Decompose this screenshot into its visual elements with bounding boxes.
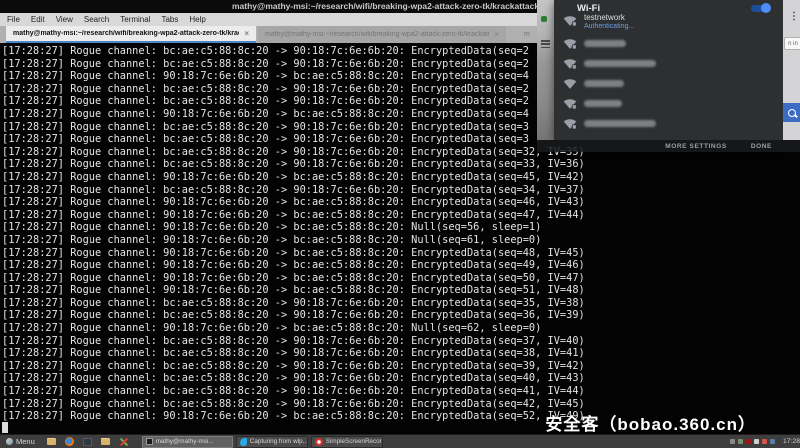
wifi-network-row[interactable] [554, 98, 783, 116]
terminal-line: [17:28:27] Rogue channel: bc:ae:c5:88:8c… [2, 158, 800, 171]
tray-icon[interactable] [746, 439, 751, 444]
menu-button[interactable]: Menu [0, 437, 41, 446]
wifi-network-row[interactable] [554, 118, 783, 136]
taskbar: Menu mathy@mathy-msi... Capturing from w… [0, 434, 800, 448]
terminal-line: [17:28:27] Rogue channel: 90:18:7c:6e:6b… [2, 272, 800, 285]
terminal-line: [17:28:27] Rogue channel: bc:ae:c5:88:8c… [2, 347, 800, 360]
tab-label: mathy@mathy-msi:~/research/wifi/breaking… [13, 30, 239, 37]
taskbar-window-button[interactable]: Capturing from wlp... [236, 436, 308, 448]
mouse-cursor [88, 235, 90, 246]
terminal-cursor [2, 422, 8, 433]
hamburger-icon [541, 40, 550, 48]
terminal-line: [17:28:27] Rogue channel: 90:18:7c:6e:6b… [2, 284, 800, 297]
terminal-line: [17:28:27] Rogue channel: bc:ae:c5:88:8c… [2, 372, 800, 385]
search-button[interactable] [783, 103, 800, 122]
menu-item-help[interactable]: Help [189, 15, 205, 24]
wifi-dialog: Wi-Fi testnetwork Authenticating... [554, 0, 783, 140]
wifi-signal-icon [563, 38, 577, 50]
terminal-line: [17:28:27] Rogue channel: bc:ae:c5:88:8c… [2, 360, 800, 373]
menu-item-terminal[interactable]: Terminal [120, 15, 150, 24]
terminal-line: [17:28:27] Rogue channel: bc:ae:c5:88:8c… [2, 335, 800, 348]
taskbar-clock: 17:28 [783, 438, 800, 445]
tab-krackattack-2[interactable]: mathy@mathy-msi:~/research/wifi/breaking… [258, 26, 506, 43]
terminal-line: [17:28:27] Rogue channel: bc:ae:c5:88:8c… [2, 297, 800, 310]
tab-krackattack-3-partial[interactable]: m [524, 31, 530, 38]
launcher-folder-icon[interactable] [101, 437, 111, 447]
menu-item-file[interactable]: File [7, 15, 20, 24]
watermark: 安全客（bobao.360.cn） [545, 410, 756, 435]
wifi-network-row[interactable]: testnetwork Authenticating... [554, 15, 783, 33]
menu-item-view[interactable]: View [56, 15, 73, 24]
kebab-menu-icon[interactable]: ⋮ [789, 11, 799, 22]
wifi-toggle[interactable] [751, 5, 770, 12]
menu-item-edit[interactable]: Edit [31, 15, 45, 24]
wireshark-icon [240, 438, 247, 446]
window-title: mathy@mathy-msi:~/research/wifi/breaking… [232, 1, 539, 11]
status-dot-icon [541, 16, 547, 22]
sign-in-button[interactable]: n in [784, 37, 800, 50]
done-button[interactable]: DONE [751, 143, 772, 150]
terminal-line: [17:28:27] Rogue channel: 90:18:7c:6e:6b… [2, 322, 800, 335]
terminal-line: [17:28:27] Rogue channel: bc:ae:c5:88:8c… [2, 385, 800, 398]
wifi-signal-icon [563, 98, 577, 110]
screenshot-tool-icon [83, 438, 92, 446]
tray-icon[interactable] [754, 439, 759, 444]
wifi-network-row[interactable] [554, 38, 783, 56]
wifi-dialog-actions: MORE SETTINGS DONE [537, 140, 800, 152]
folder-icon [47, 438, 56, 445]
wifi-signal-icon [563, 118, 577, 130]
wifi-signal-icon [563, 15, 577, 27]
terminal-line: [17:28:27] Rogue channel: 90:18:7c:6e:6b… [2, 247, 800, 260]
terminal-line: [17:28:27] Rogue channel: 90:18:7c:6e:6b… [2, 196, 800, 209]
recorder-icon [315, 438, 323, 446]
close-icon[interactable]: × [494, 30, 499, 39]
firefox-icon [65, 437, 74, 446]
terminal-line: [17:28:27] Rogue channel: bc:ae:c5:88:8c… [2, 398, 800, 411]
menu-label: Menu [16, 437, 35, 446]
blurred-network-name[interactable] [584, 60, 656, 67]
taskbar-window-button[interactable]: mathy@mathy-msi... [142, 436, 233, 448]
tray-icon[interactable] [770, 439, 775, 444]
wifi-signal-icon [563, 78, 577, 90]
terminal-line: [17:28:27] Rogue channel: 90:18:7c:6e:6b… [2, 171, 800, 184]
terminal-line: [17:28:27] Rogue channel: 90:18:7c:6e:6b… [2, 221, 800, 234]
terminal-line: [17:28:27] Rogue channel: bc:ae:c5:88:8c… [2, 184, 800, 197]
tray-icon[interactable] [738, 439, 743, 444]
menu-icon [6, 438, 13, 445]
folder-icon [101, 438, 110, 445]
menu-item-search[interactable]: Search [84, 15, 109, 24]
launcher-firefox-icon[interactable] [65, 437, 75, 447]
launcher-screenshot-tool-icon[interactable] [83, 437, 93, 447]
launcher-cut-icon[interactable] [119, 437, 129, 447]
network-name[interactable]: testnetwork [584, 13, 625, 22]
menu-item-tabs[interactable]: Tabs [161, 15, 178, 24]
launcher-folder-icon[interactable] [47, 437, 57, 447]
wifi-network-row[interactable] [554, 78, 783, 96]
wifi-network-row[interactable] [554, 58, 783, 76]
blurred-network-name[interactable] [584, 100, 622, 107]
blurred-network-name[interactable] [584, 120, 656, 127]
more-settings-button[interactable]: MORE SETTINGS [665, 143, 727, 150]
taskbar-window-button[interactable]: SimpleScreenRecor... [311, 436, 383, 448]
blurred-network-name[interactable] [584, 80, 624, 87]
cut-icon [119, 437, 129, 447]
terminal-line: [17:28:27] Rogue channel: bc:ae:c5:88:8c… [2, 309, 800, 322]
desktop-screen: mathy@mathy-msi:~/research/wifi/breaking… [0, 0, 800, 448]
tray-icon[interactable] [730, 439, 735, 444]
terminal-line: [17:28:27] Rogue channel: 90:18:7c:6e:6b… [2, 209, 800, 222]
tray-icon[interactable] [762, 439, 767, 444]
network-status: Authenticating... [584, 23, 634, 30]
tab-krackattack-1[interactable]: mathy@mathy-msi:~/research/wifi/breaking… [6, 26, 256, 43]
tab-label: mathy@mathy-msi:~/research/wifi/breaking… [265, 31, 489, 38]
blurred-network-name[interactable] [584, 40, 626, 47]
wifi-signal-icon [563, 58, 577, 70]
close-icon[interactable]: × [244, 29, 249, 38]
terminal-line: [17:28:27] Rogue channel: 90:18:7c:6e:6b… [2, 259, 800, 272]
wifi-toggle-knob [761, 3, 771, 13]
terminal-icon [146, 438, 153, 445]
search-icon [788, 109, 796, 117]
terminal-line: [17:28:27] Rogue channel: 90:18:7c:6e:6b… [2, 234, 800, 247]
